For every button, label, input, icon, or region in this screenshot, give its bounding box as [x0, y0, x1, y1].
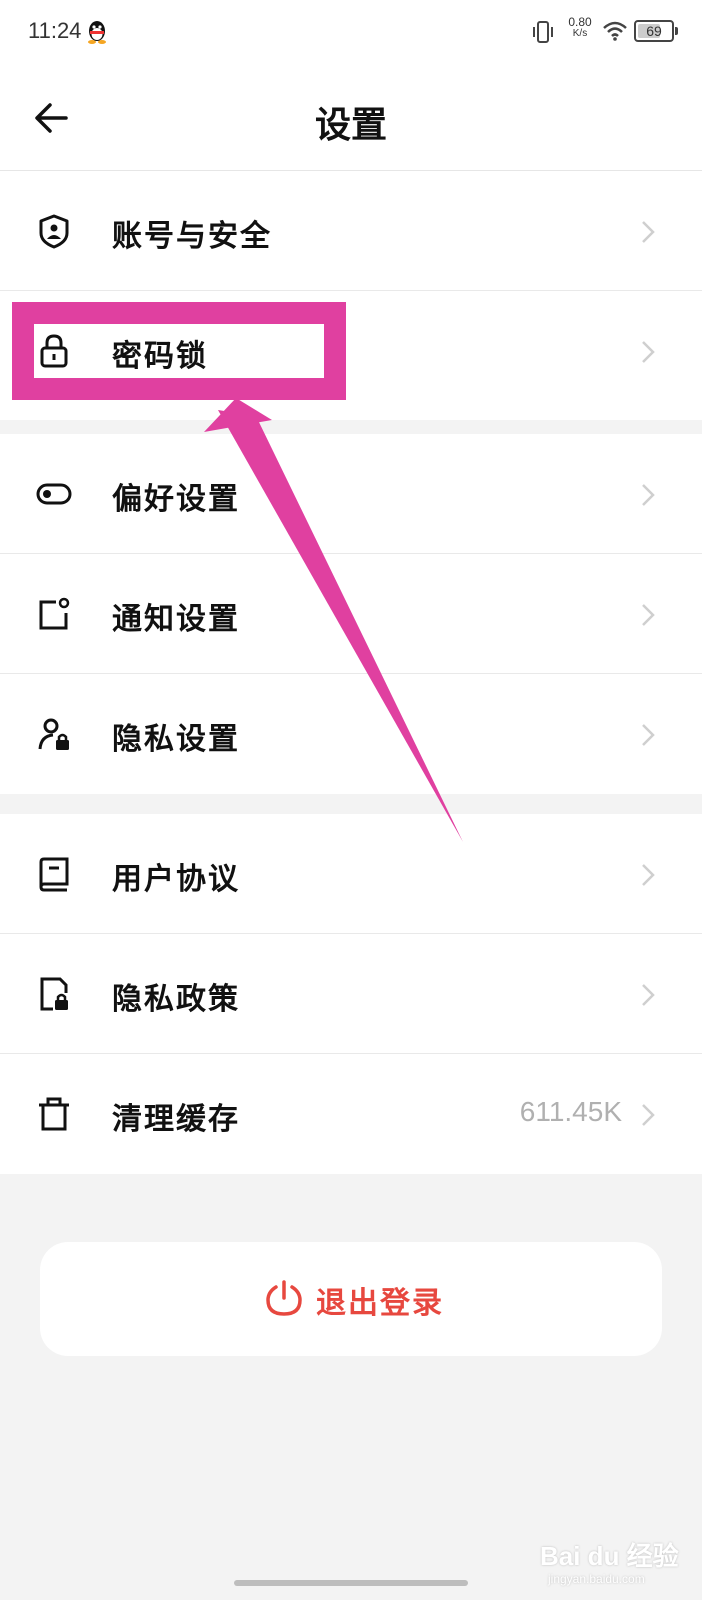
settings-item-label: 隐私设置 — [112, 722, 240, 757]
doc-lock-icon — [40, 977, 68, 1011]
cache-size-value: 611.45K — [519, 1096, 622, 1127]
network-speed: 0.80 K/s — [562, 16, 598, 40]
shield-user-icon — [39, 214, 69, 249]
chevron-right-icon — [642, 604, 655, 626]
chevron-right-icon — [642, 984, 655, 1006]
battery-nub — [675, 27, 678, 35]
settings-item-notifications[interactable]: 通知设置 — [0, 554, 702, 674]
status-time: 11:24 — [28, 18, 82, 43]
settings-item-label: 通知设置 — [112, 602, 240, 637]
qq-penguin-icon — [88, 21, 106, 44]
settings-item-account-security[interactable]: 账号与安全 — [0, 171, 702, 291]
trash-icon — [39, 1097, 69, 1131]
chevron-right-icon — [642, 1104, 655, 1126]
status-bar: 11:24 0.80 K/s 69 — [0, 0, 702, 64]
settings-item-privacy-policy[interactable]: 隐私政策 — [0, 934, 702, 1054]
power-icon — [266, 1280, 302, 1316]
notification-icon — [39, 597, 70, 630]
vibrate-icon — [533, 21, 553, 43]
logout-button[interactable]: 退出登录 — [40, 1242, 662, 1356]
settings-item-preferences[interactable]: 偏好设置 — [0, 434, 702, 554]
chevron-right-icon — [642, 221, 655, 243]
logout-label: 退出登录 — [316, 1286, 444, 1321]
wifi-icon — [603, 21, 627, 41]
home-indicator[interactable] — [234, 1580, 468, 1586]
settings-item-clear-cache[interactable]: 清理缓存 611.45K — [0, 1054, 702, 1174]
chevron-right-icon — [642, 341, 655, 363]
toggle-icon — [36, 483, 72, 505]
chevron-right-icon — [642, 864, 655, 886]
highlight-box — [12, 302, 346, 400]
settings-group-legal: 用户协议 隐私政策 清理缓存 611.45K — [0, 814, 702, 1174]
page-title: 设置 — [314, 105, 387, 146]
chevron-right-icon — [642, 724, 655, 746]
watermark: Bai du 经验 — [540, 1541, 679, 1571]
network-speed-unit: K/s — [572, 28, 588, 39]
settings-item-label: 隐私政策 — [112, 982, 240, 1017]
settings-item-label: 清理缓存 — [112, 1102, 240, 1137]
battery-indicator: 69 — [634, 20, 678, 42]
settings-item-privacy-settings[interactable]: 隐私设置 — [0, 674, 702, 794]
network-speed-value: 0.80 — [568, 15, 592, 29]
chevron-right-icon — [642, 484, 655, 506]
book-icon — [39, 857, 69, 892]
settings-item-label: 用户协议 — [112, 862, 240, 897]
settings-group-preferences: 偏好设置 通知设置 隐私设置 — [0, 434, 702, 794]
settings-item-user-agreement[interactable]: 用户协议 — [0, 814, 702, 934]
user-lock-icon — [38, 718, 69, 750]
settings-item-label: 偏好设置 — [112, 482, 240, 517]
battery-level: 69 — [646, 23, 662, 39]
watermark-url: jingyan.baidu.com — [548, 1572, 645, 1586]
page-header: 设置 — [0, 70, 702, 170]
settings-item-label: 账号与安全 — [112, 219, 272, 254]
